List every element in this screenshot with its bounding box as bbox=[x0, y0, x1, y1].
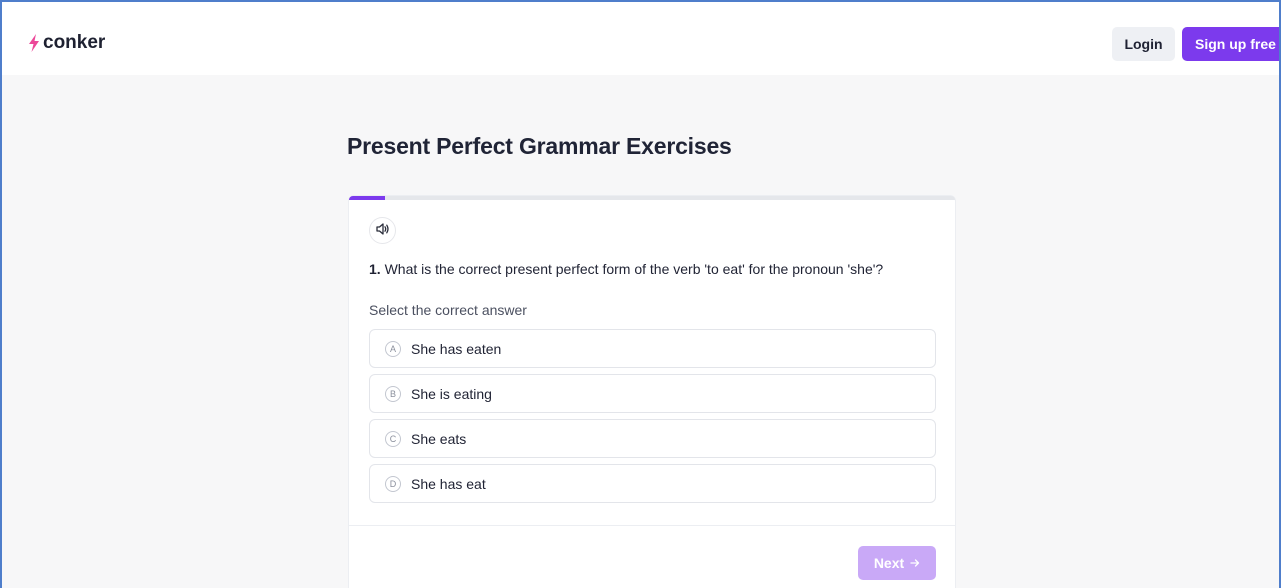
login-button[interactable]: Login bbox=[1112, 27, 1175, 61]
page-title: Present Perfect Grammar Exercises bbox=[347, 133, 732, 159]
option-label: She has eat bbox=[411, 475, 486, 492]
next-button[interactable]: Next bbox=[858, 546, 936, 580]
question-number: 1. bbox=[369, 261, 381, 277]
option-label: She has eaten bbox=[411, 340, 502, 357]
progress-bar bbox=[349, 196, 955, 200]
audio-button[interactable] bbox=[369, 217, 396, 244]
question-card: 1. What is the correct present perfect f… bbox=[348, 195, 956, 588]
arrow-right-icon bbox=[910, 555, 920, 571]
answer-option-d[interactable]: D She has eat bbox=[369, 464, 936, 503]
option-label: She is eating bbox=[411, 385, 492, 402]
answer-option-b[interactable]: B She is eating bbox=[369, 374, 936, 413]
brand-logo[interactable]: conker bbox=[28, 32, 105, 54]
progress-fill bbox=[349, 196, 386, 200]
option-label: She eats bbox=[411, 430, 467, 447]
option-letter-badge: B bbox=[385, 385, 401, 402]
signup-button[interactable]: Sign up free bbox=[1182, 27, 1279, 61]
bolt-icon bbox=[28, 34, 40, 52]
speaker-icon bbox=[375, 222, 390, 240]
next-label: Next bbox=[873, 555, 905, 571]
option-letter-badge: D bbox=[385, 475, 401, 492]
card-divider bbox=[349, 525, 955, 526]
answer-option-c[interactable]: C She eats bbox=[369, 419, 936, 458]
option-letter-badge: C bbox=[385, 430, 401, 447]
option-letter-badge: A bbox=[385, 340, 401, 357]
question-body: What is the correct present perfect form… bbox=[384, 261, 884, 277]
top-nav: conker Login Sign up free bbox=[2, 2, 1279, 75]
answer-option-a[interactable]: A She has eaten bbox=[369, 329, 936, 368]
brand-name: conker bbox=[43, 32, 106, 53]
question-text: 1. What is the correct present perfect f… bbox=[369, 261, 939, 277]
browser-frame: conker Login Sign up free Present Perfec… bbox=[0, 0, 1281, 588]
answer-hint: Select the correct answer bbox=[369, 302, 527, 318]
